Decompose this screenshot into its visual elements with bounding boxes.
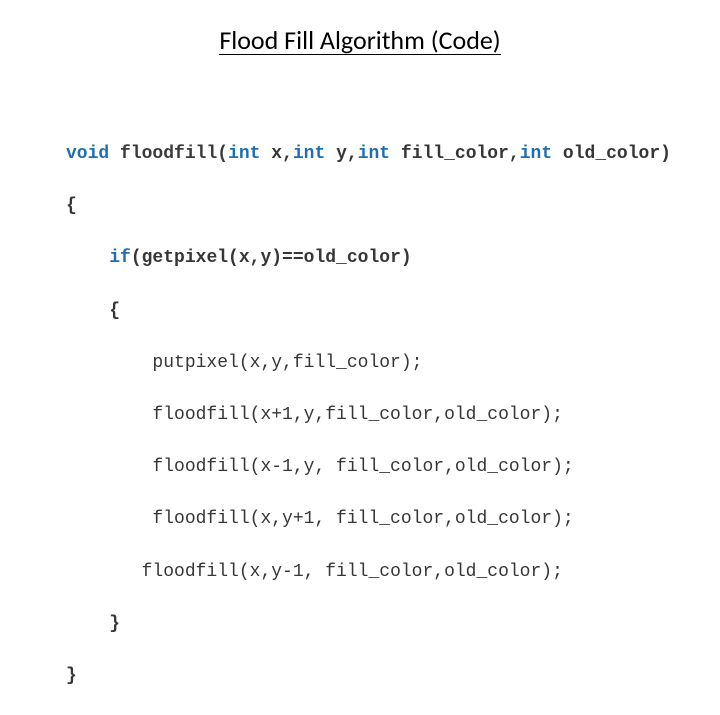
- stmt-floodfill-right: floodfill(x+1,y,fill_color,old_color);: [152, 405, 562, 425]
- keyword-int-4: int: [520, 144, 552, 164]
- code-line-2: {: [66, 193, 671, 219]
- function-name: floodfill(: [120, 144, 228, 164]
- stmt-floodfill-left: floodfill(x-1,y, fill_color,old_color);: [152, 457, 573, 477]
- slide-title-text: Flood Fill Algorithm (Code): [219, 27, 500, 55]
- code-line-4: {: [66, 298, 671, 324]
- code-line-8: floodfill(x,y+1, fill_color,old_color);: [66, 506, 671, 532]
- stmt-putpixel: putpixel(x,y,fill_color);: [152, 353, 422, 373]
- keyword-int-3: int: [358, 144, 390, 164]
- keyword-int-1: int: [228, 144, 260, 164]
- param-fillcolor: fill_color,: [390, 144, 520, 164]
- param-y: y,: [325, 144, 357, 164]
- code-line-1: void floodfill(int x,int y,int fill_colo…: [66, 141, 671, 167]
- code-line-10: }: [66, 611, 671, 637]
- keyword-if: if: [109, 248, 131, 268]
- brace-open-inner: {: [109, 301, 120, 321]
- code-block: void floodfill(int x,int y,int fill_colo…: [66, 115, 671, 715]
- brace-close-inner: }: [109, 614, 120, 634]
- code-line-3: if(getpixel(x,y)==old_color): [66, 245, 671, 271]
- slide-title: Flood Fill Algorithm (Code): [0, 24, 720, 56]
- if-condition: (getpixel(x,y)==old_color): [131, 248, 412, 268]
- code-line-7: floodfill(x-1,y, fill_color,old_color);: [66, 454, 671, 480]
- stmt-floodfill-up: floodfill(x,y-1, fill_color,old_color);: [142, 562, 563, 582]
- keyword-int-2: int: [293, 144, 325, 164]
- param-oldcolor: old_color): [552, 144, 671, 164]
- stmt-floodfill-down: floodfill(x,y+1, fill_color,old_color);: [152, 509, 573, 529]
- param-x: x,: [260, 144, 292, 164]
- code-line-6: floodfill(x+1,y,fill_color,old_color);: [66, 402, 671, 428]
- code-line-11: }: [66, 663, 671, 689]
- code-line-5: putpixel(x,y,fill_color);: [66, 350, 671, 376]
- code-line-9: floodfill(x,y-1, fill_color,old_color);: [66, 559, 671, 585]
- keyword-void: void: [66, 144, 109, 164]
